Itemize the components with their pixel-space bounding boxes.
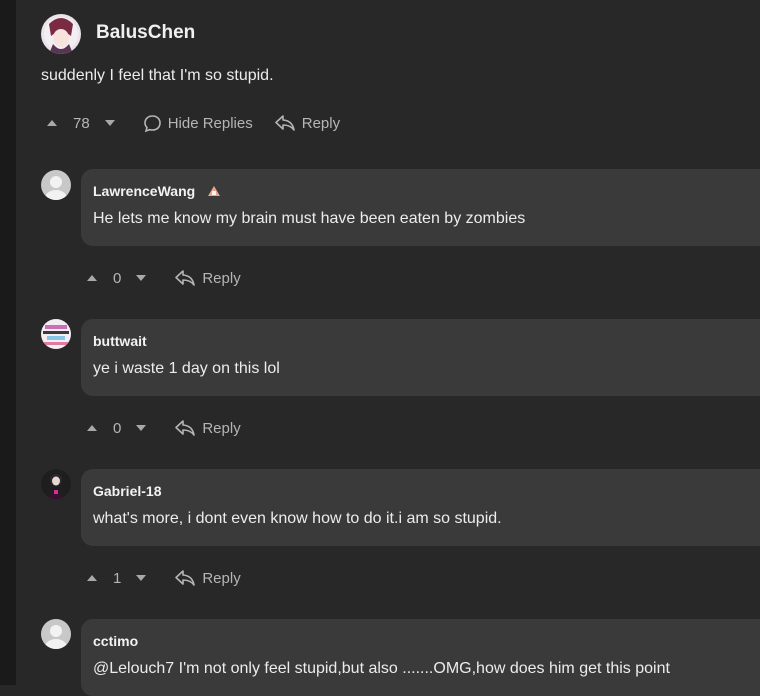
hide-replies-button[interactable]: Hide Replies xyxy=(143,114,253,133)
reply-bubble: buttwait ye i waste 1 day on this lol xyxy=(81,319,760,396)
avatar[interactable] xyxy=(41,619,71,649)
comment-text: ye i waste 1 day on this lol xyxy=(93,360,280,377)
reply-icon xyxy=(175,270,196,286)
badge-icon xyxy=(208,186,221,196)
reply-icon xyxy=(274,115,295,131)
avatar[interactable] xyxy=(41,14,81,54)
reply-label: Reply xyxy=(202,419,241,437)
vote-count: 78 xyxy=(73,114,90,132)
comment-actions: 0 Reply xyxy=(87,268,241,288)
reply-button[interactable]: Reply xyxy=(174,569,241,587)
reply-label: Reply xyxy=(202,269,241,287)
upvote-icon[interactable] xyxy=(87,425,97,431)
comment-author[interactable]: BalusChen xyxy=(96,22,195,44)
upvote-icon[interactable] xyxy=(87,575,97,581)
hide-replies-label: Hide Replies xyxy=(167,114,253,132)
reply-button[interactable]: Reply xyxy=(274,114,340,132)
comment-text: He lets me know my brain must have been … xyxy=(93,210,526,227)
comment-text: what's more, i dont even know how to do … xyxy=(93,510,502,527)
comment-actions: 0 Reply xyxy=(87,418,241,438)
comment-actions: 78 Hide Replies Reply xyxy=(47,113,340,133)
upvote-icon[interactable] xyxy=(87,275,97,281)
reply-bubble: Gabriel-18 what's more, i dont even know… xyxy=(81,469,760,546)
reply-button[interactable]: Reply xyxy=(174,269,241,287)
downvote-icon[interactable] xyxy=(136,275,147,281)
vote-count: 0 xyxy=(113,269,122,287)
comment-author[interactable]: buttwait xyxy=(93,333,147,349)
downvote-icon[interactable] xyxy=(136,575,147,581)
comment-author[interactable]: Gabriel-18 xyxy=(93,483,161,499)
reply-button[interactable]: Reply xyxy=(174,419,241,437)
downvote-icon[interactable] xyxy=(104,120,115,126)
vote-count: 0 xyxy=(113,419,122,437)
reply-bubble: cctimo @Lelouch7 I'm not only feel stupi… xyxy=(81,619,760,696)
comment-icon xyxy=(143,114,161,132)
reply-icon xyxy=(175,570,196,586)
avatar[interactable] xyxy=(41,170,71,200)
upvote-icon[interactable] xyxy=(47,120,57,126)
reply-bubble: LawrenceWang He lets me know my brain mu… xyxy=(81,169,760,246)
comment-author[interactable]: cctimo xyxy=(93,633,138,649)
left-panel-edge xyxy=(0,0,16,685)
comment-actions: 1 Reply xyxy=(87,568,241,588)
downvote-icon[interactable] xyxy=(136,425,147,431)
comment-text: @Lelouch7 I'm not only feel stupid,but a… xyxy=(93,660,670,677)
avatar[interactable] xyxy=(41,469,71,499)
reply-label: Reply xyxy=(301,114,341,132)
reply-icon xyxy=(175,420,196,436)
comment-author[interactable]: LawrenceWang xyxy=(93,183,195,199)
reply-label: Reply xyxy=(202,569,241,587)
vote-count: 1 xyxy=(113,569,122,587)
comment-text: suddenly I feel that I'm so stupid. xyxy=(41,67,274,84)
avatar[interactable] xyxy=(41,319,71,349)
